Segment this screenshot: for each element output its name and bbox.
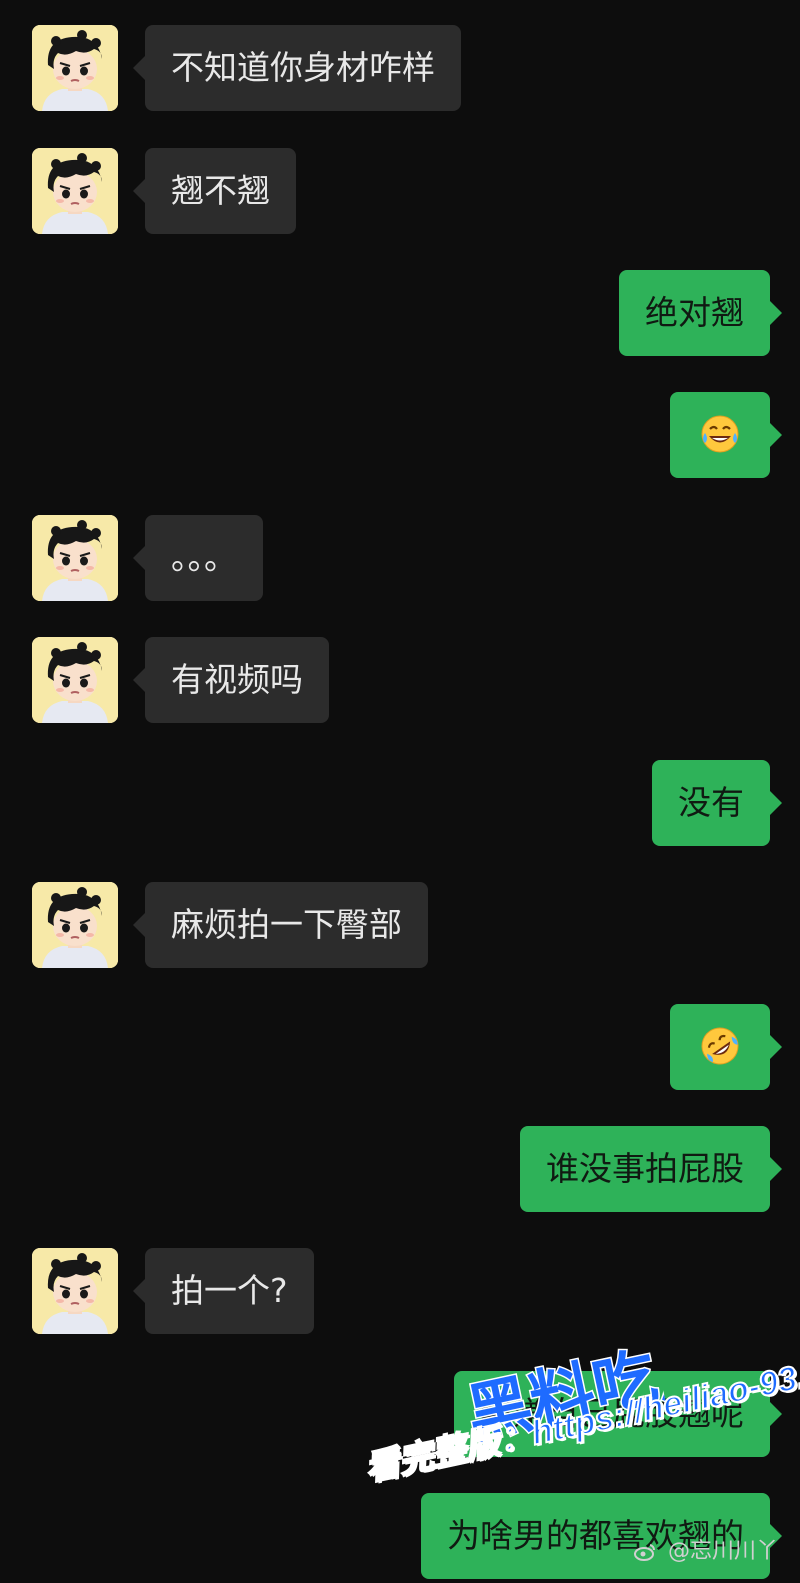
message-out-10: 谁没事拍屁股 [0,1126,800,1212]
contact-avatar[interactable] [32,515,118,601]
message-in-8: 麻烦拍一下臀部 [0,882,800,968]
message-text: 谁没事拍屁股 [546,1149,744,1188]
message-out-9 [0,1004,800,1090]
weibo-handle: @忘川川丫 [667,1539,778,1564]
received-bubble[interactable]: 翘不翘 [133,148,296,234]
received-bubble[interactable]: 拍一个? [133,1248,314,1334]
sent-bubble[interactable]: 绝对翘 [619,270,782,356]
avatar-boy-icon [32,637,118,723]
contact-avatar[interactable] [32,882,118,968]
received-bubble[interactable]: 不知道你身材咋样 [133,25,461,111]
avatar-boy-icon [32,1248,118,1334]
sent-bubble[interactable]: 谁没事拍屁股 [520,1126,782,1212]
avatar-boy-icon [32,148,118,234]
avatar-boy-icon [32,25,118,111]
message-text: 麻烦拍一下臀部 [171,905,402,944]
message-text: 有视频吗 [171,660,303,699]
message-out-3: 绝对翘 [0,270,800,356]
message-text: 不知道你身材咋样 [171,48,435,87]
message-text: 绝对翘 [645,293,744,332]
contact-avatar[interactable] [32,637,118,723]
message-in-11: 拍一个? [0,1248,800,1334]
message-in-5: 。。。 [0,515,800,601]
avatar-boy-icon [32,882,118,968]
contact-avatar[interactable] [32,1248,118,1334]
message-in-2: 翘不翘 [0,148,800,234]
laugh-cry-emoji-icon [701,415,739,452]
message-text: 没有 [678,783,744,822]
rofl-emoji-icon [701,1027,739,1064]
message-text: 拍一个? [171,1271,288,1310]
sent-bubble[interactable]: 没有 [652,760,782,846]
sent-bubble[interactable] [670,392,782,478]
message-out-7: 没有 [0,760,800,846]
sent-bubble[interactable] [670,1004,782,1090]
received-bubble[interactable]: 有视频吗 [133,637,329,723]
contact-avatar[interactable] [32,25,118,111]
message-in-1: 不知道你身材咋样 [0,25,800,111]
message-text: 翘不翘 [171,171,270,210]
message-out-4 [0,392,800,478]
message-in-6: 有视频吗 [0,637,800,723]
contact-avatar[interactable] [32,148,118,234]
received-bubble[interactable]: 。。。 [133,515,263,601]
avatar-boy-icon [32,515,118,601]
received-bubble[interactable]: 麻烦拍一下臀部 [133,882,428,968]
weibo-icon [633,1544,655,1561]
weibo-watermark: @忘川川丫 [633,1533,778,1565]
message-text: 。。。 [171,538,237,577]
